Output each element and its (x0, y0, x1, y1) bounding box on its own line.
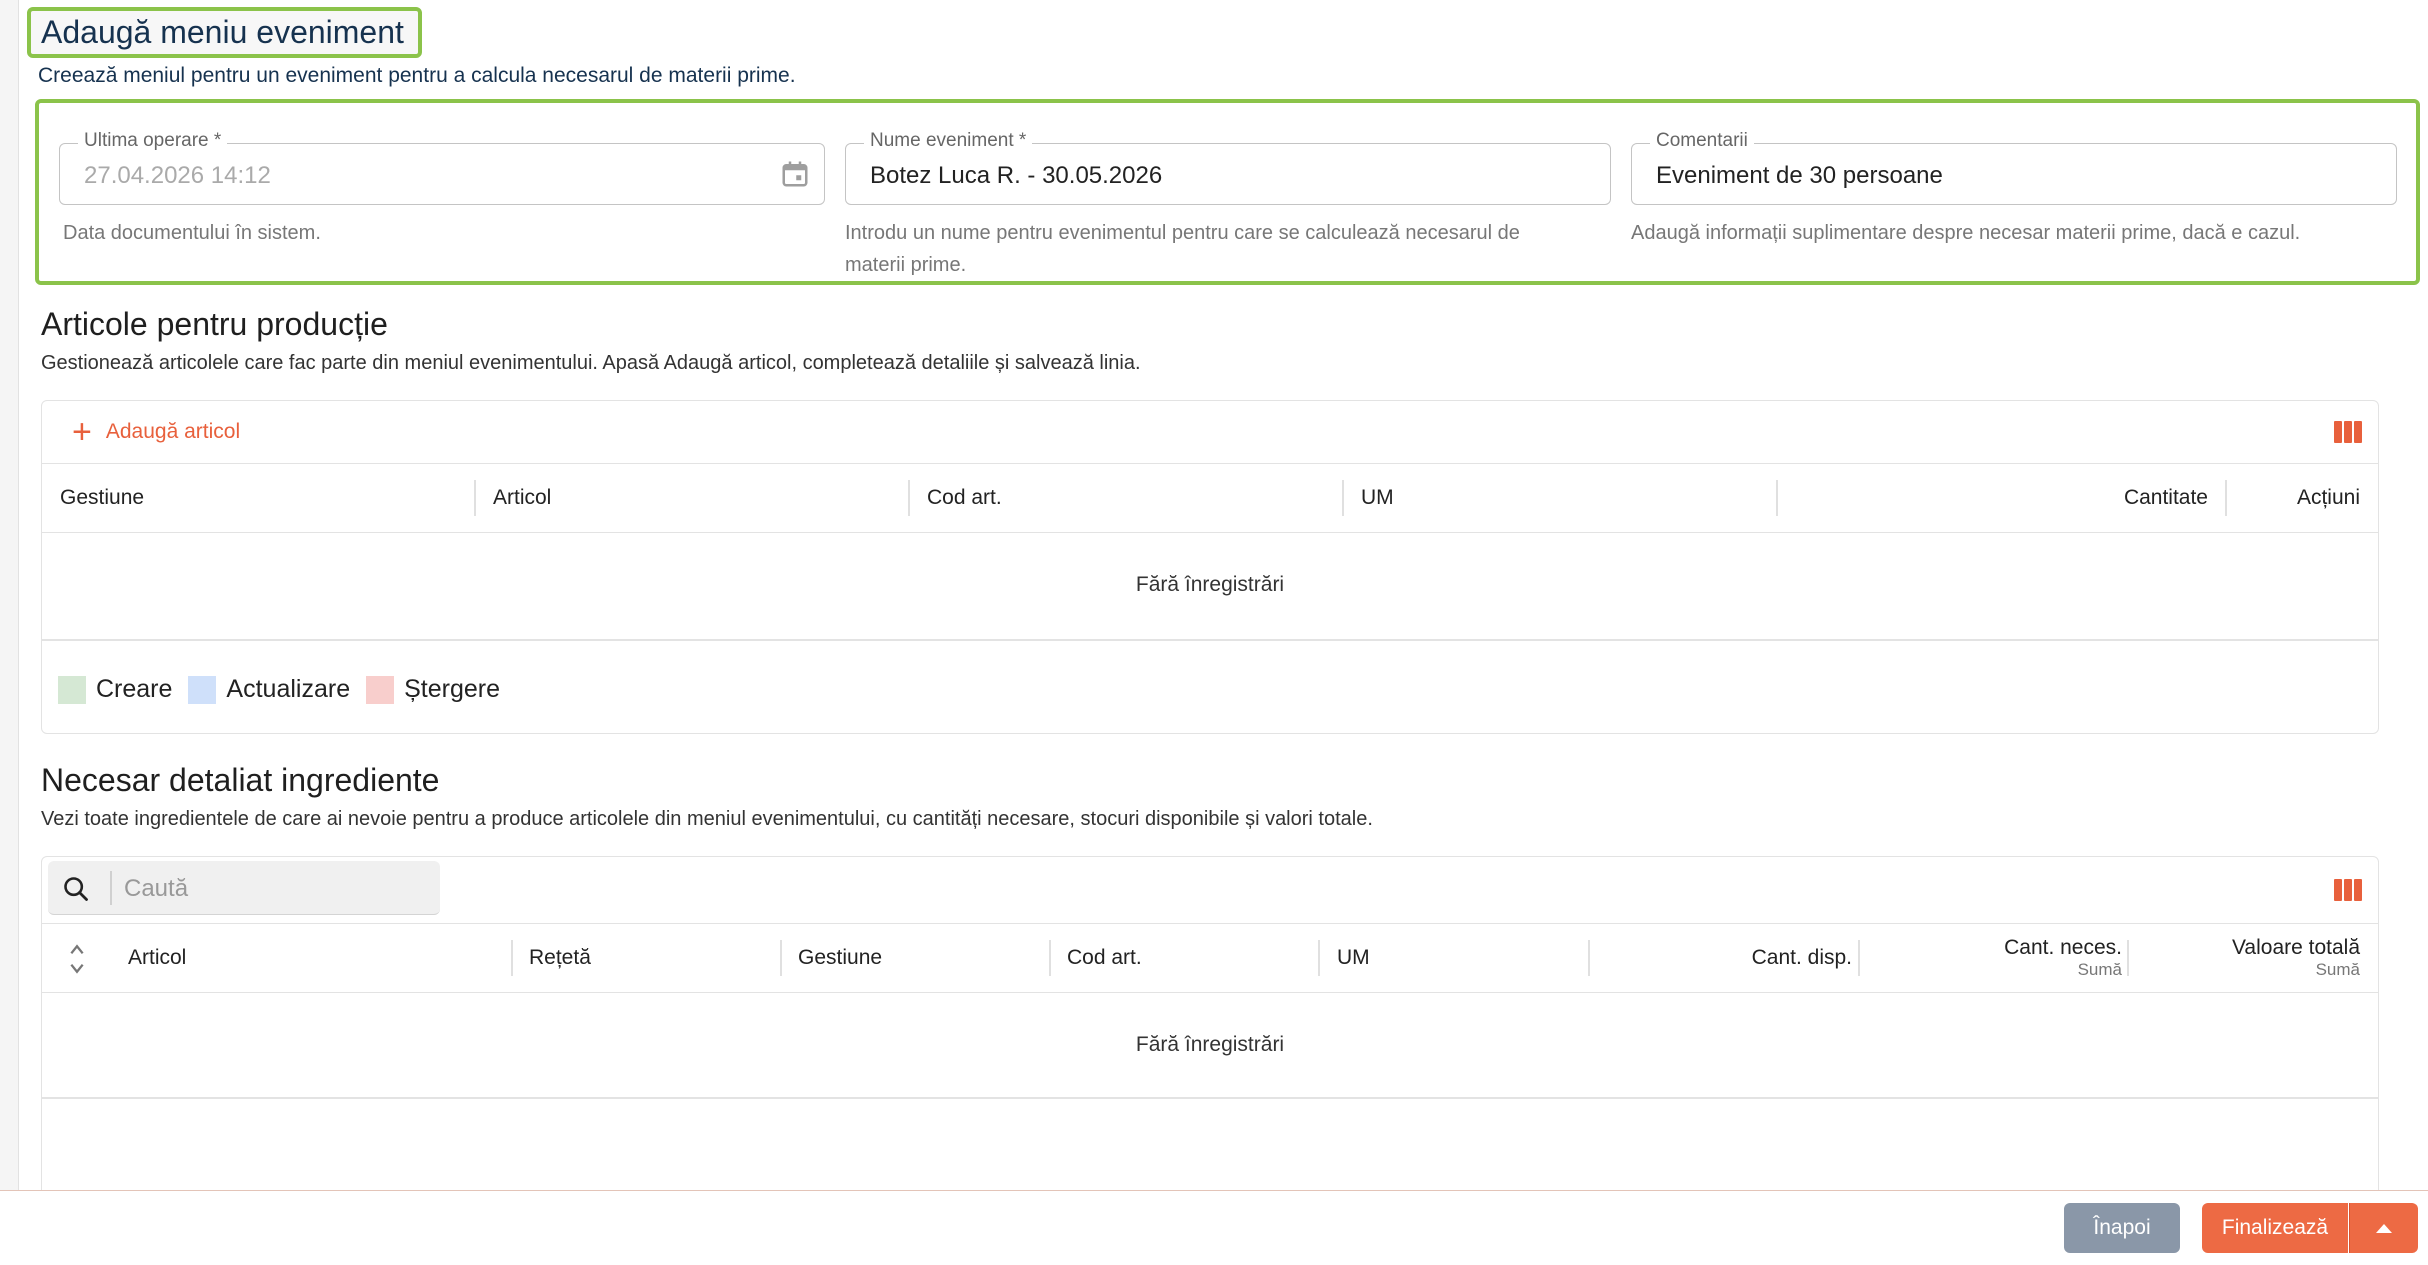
last-operation-field: Ultima operare * 27.04.2026 14:12 (59, 130, 825, 205)
column-separator[interactable] (908, 480, 910, 516)
divider (42, 639, 2378, 641)
last-operation-help: Data documentului în sistem. (63, 222, 321, 244)
column-separator[interactable] (1858, 940, 1860, 976)
finish-menu-button[interactable] (2349, 1203, 2418, 1253)
col-valoare-totala-label: Valoare totală (2231, 936, 2360, 959)
articles-section-description: Gestionează articolele care fac parte di… (41, 352, 1141, 374)
column-separator[interactable] (2127, 940, 2129, 976)
col-gestiune[interactable]: Gestiune (798, 924, 1048, 992)
search-input[interactable]: Caută (48, 861, 440, 915)
finish-button[interactable]: Finalizează (2202, 1203, 2348, 1253)
column-separator[interactable] (1776, 480, 1778, 516)
columns-icon[interactable] (2334, 421, 2362, 443)
page-subtitle: Creează meniul pentru un eveniment pentr… (38, 64, 796, 87)
last-operation-label: Ultima operare * (78, 130, 228, 152)
column-separator[interactable] (1318, 940, 1320, 976)
event-name-field[interactable]: Nume eveniment * Botez Luca R. - 30.05.2… (845, 130, 1611, 205)
search-placeholder: Caută (124, 875, 189, 902)
divider (42, 1097, 2378, 1099)
sort-icon[interactable] (68, 942, 86, 976)
plus-icon: + (72, 413, 92, 451)
column-separator[interactable] (780, 940, 782, 976)
column-separator[interactable] (511, 940, 513, 976)
col-um[interactable]: UM (1361, 464, 1761, 532)
col-actiuni: Acțiuni (2296, 486, 2360, 509)
event-fields-box: Ultima operare * 27.04.2026 14:12 Data d… (35, 99, 2420, 285)
col-cod-art[interactable]: Cod art. (927, 464, 1327, 532)
back-button[interactable]: Înapoi (2064, 1203, 2180, 1253)
ingredients-section-title: Necesar detaliat ingrediente (41, 762, 440, 798)
ingredients-grid: Caută Articol Rețetă Gestiune Cod art. U… (41, 856, 2379, 1196)
column-separator[interactable] (1342, 480, 1344, 516)
comments-help: Adaugă informații suplimentare despre ne… (1631, 222, 2301, 244)
articles-section-title: Articole pentru producție (41, 306, 388, 342)
footer-bar: Înapoi Finalizează (0, 1190, 2428, 1265)
event-name-value[interactable]: Botez Luca R. - 30.05.2026 (870, 162, 1162, 190)
caret-up-icon (2376, 1223, 2392, 1233)
ingredients-header-row: Articol Rețetă Gestiune Cod art. UM Cant… (42, 923, 2378, 993)
legend-swatch-update (188, 675, 217, 704)
articles-grid: + Adaugă articol Gestiune Articol Cod ar… (41, 400, 2379, 734)
columns-icon[interactable] (2334, 879, 2362, 901)
ingredients-section-description: Vezi toate ingredientele de care ai nevo… (41, 808, 1373, 830)
event-name-help-line1: Introdu un nume pentru evenimentul pentr… (845, 222, 1520, 244)
legend-swatch-delete (366, 675, 395, 704)
search-divider (110, 871, 112, 905)
ingredients-empty-message: Fără înregistrări (1135, 1033, 1285, 1056)
col-cant-neces[interactable]: Cant. neces. Sumă (1872, 924, 2122, 992)
calendar-icon (782, 161, 808, 187)
page-title-box: Adaugă meniu eveniment (27, 7, 422, 58)
comments-value[interactable]: Eveniment de 30 persoane (1656, 162, 1943, 190)
col-cod-art[interactable]: Cod art. (1067, 924, 1317, 992)
legend-delete-label: Ștergere (404, 675, 500, 703)
search-icon (64, 877, 88, 901)
main-panel: Adaugă meniu eveniment Creează meniul pe… (18, 0, 2428, 1196)
col-gestiune[interactable]: Gestiune (60, 464, 460, 532)
event-name-label: Nume eveniment * (864, 130, 1033, 152)
status-legend: Creare Actualizare Ștergere (58, 675, 500, 704)
col-cant-disp[interactable]: Cant. disp. (1602, 924, 1852, 992)
page-title: Adaugă meniu eveniment (41, 14, 404, 50)
last-operation-value: 27.04.2026 14:12 (84, 162, 271, 189)
column-separator[interactable] (1588, 940, 1590, 976)
col-cantitate[interactable]: Cantitate (1792, 464, 2208, 532)
col-reteta[interactable]: Rețetă (529, 924, 779, 992)
column-separator[interactable] (2225, 480, 2227, 516)
col-cant-neces-label: Cant. neces. (2004, 936, 2122, 959)
col-valoare-totala[interactable]: Valoare totală Sumă (2142, 924, 2360, 992)
column-separator[interactable] (1049, 940, 1051, 976)
legend-swatch-create (58, 675, 86, 704)
legend-update-label: Actualizare (226, 675, 351, 703)
event-name-help-line2: materii prime. (845, 254, 967, 276)
articles-header-row: Gestiune Articol Cod art. UM Cantitate A… (42, 463, 2378, 533)
col-cant-neces-sum: Sumă (2077, 960, 2122, 979)
add-article-label: Adaugă articol (105, 420, 241, 443)
legend-create-label: Creare (96, 675, 173, 703)
event-name-help: Introdu un nume pentru evenimentul pentr… (845, 217, 1625, 281)
articles-empty-message: Fără înregistrări (1135, 573, 1285, 596)
comments-label: Comentarii (1650, 130, 1754, 152)
add-article-button[interactable]: + Adaugă articol (72, 413, 241, 451)
col-articol[interactable]: Articol (493, 464, 893, 532)
col-articol[interactable]: Articol (128, 924, 488, 992)
col-valoare-totala-sum: Sumă (2315, 960, 2360, 979)
comments-field[interactable]: Comentarii Eveniment de 30 persoane (1631, 130, 2397, 205)
column-separator[interactable] (474, 480, 476, 516)
col-um[interactable]: UM (1337, 924, 1587, 992)
